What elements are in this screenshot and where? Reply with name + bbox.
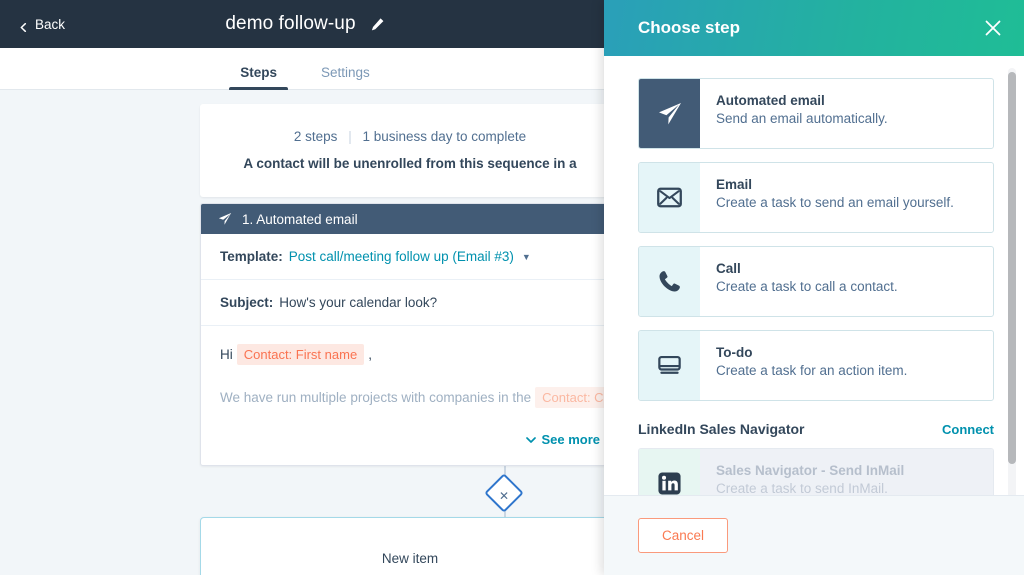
step-option-title: Email: [716, 177, 993, 192]
subject-value: How's your calendar look?: [279, 295, 437, 310]
tab-list: Steps Settings: [0, 48, 610, 90]
step-option-title: Automated email: [716, 93, 993, 108]
step-option-call[interactable]: Call Create a task to call a contact.: [638, 246, 994, 317]
back-button[interactable]: Back: [19, 17, 65, 32]
step-option-title: Call: [716, 261, 993, 276]
panel-footer: Cancel: [604, 495, 1024, 575]
step-email-body: Hi Contact: First name , We have run mul…: [201, 326, 610, 416]
panel-scrollbar-thumb[interactable]: [1008, 72, 1016, 464]
back-label: Back: [35, 17, 65, 32]
linkedin-icon: [639, 449, 700, 495]
step-option-desc: Create a task to send InMail.: [716, 481, 993, 495]
email-sentence-text: We have run multiple projects with compa…: [220, 390, 531, 405]
linkedin-connect-link[interactable]: Connect: [942, 422, 994, 437]
choose-step-panel: Choose step Automated email Send an emai…: [604, 0, 1024, 575]
panel-body: Automated email Send an email automatica…: [604, 56, 1024, 495]
sequence-summary-card: 2 steps | 1 business day to complete A c…: [200, 104, 610, 197]
step-option-desc: Send an email automatically.: [716, 111, 993, 126]
paper-plane-icon: [218, 212, 232, 226]
step-option-email[interactable]: Email Create a task to send an email you…: [638, 162, 994, 233]
app-tabbar: Steps Settings: [0, 48, 610, 90]
step-option-text: Sales Navigator - Send InMail Create a t…: [700, 449, 993, 495]
topbar-title-group: demo follow-up: [0, 0, 610, 48]
summary-separator: |: [348, 129, 352, 144]
app-topbar: Back demo follow-up: [0, 0, 610, 48]
step-option-text: To-do Create a task for an action item.: [700, 331, 993, 400]
paper-plane-icon: [639, 79, 700, 148]
step-subject-row: Subject: How's your calendar look?: [201, 280, 610, 326]
linkedin-section-title: LinkedIn Sales Navigator: [638, 421, 805, 437]
step-option-text: Call Create a task to call a contact.: [700, 247, 993, 316]
panel-title: Choose step: [638, 18, 984, 38]
summary-steps-count: 2 steps: [294, 129, 338, 144]
step-option-desc: Create a task for an action item.: [716, 363, 993, 378]
summary-meta: 2 steps | 1 business day to complete: [200, 129, 610, 144]
step-option-desc: Create a task to call a contact.: [716, 279, 993, 294]
chevron-left-icon: [19, 20, 28, 29]
envelope-icon: [639, 163, 700, 232]
step-template-row: Template: Post call/meeting follow up (E…: [201, 234, 610, 280]
step-card-title: 1. Automated email: [242, 212, 358, 227]
caret-down-icon[interactable]: ▼: [522, 252, 531, 262]
summary-unenroll-note: A contact will be unenrolled from this s…: [200, 156, 610, 171]
step-card-automated-email[interactable]: 1. Automated email Template: Post call/m…: [200, 203, 610, 466]
panel-header: Choose step: [604, 0, 1024, 56]
template-label: Template:: [220, 249, 283, 264]
delay-node[interactable]: ✕: [484, 473, 524, 513]
step-option-text: Email Create a task to send an email you…: [700, 163, 993, 232]
todo-card-icon: [639, 331, 700, 400]
step-option-desc: Create a task to send an email yourself.: [716, 195, 993, 210]
summary-duration: 1 business day to complete: [362, 129, 526, 144]
new-item-label: New item: [382, 551, 438, 566]
tab-settings[interactable]: Settings: [321, 65, 370, 90]
tab-settings-label: Settings: [321, 65, 370, 80]
step-option-automated-email[interactable]: Automated email Send an email automatica…: [638, 78, 994, 149]
close-x-icon: ✕: [490, 482, 518, 510]
template-value-link[interactable]: Post call/meeting follow up (Email #3): [289, 249, 514, 264]
panel-scrollbar-track[interactable]: [1008, 68, 1016, 495]
personalization-token-city[interactable]: Contact: City: [535, 387, 610, 408]
tab-steps-label: Steps: [240, 65, 277, 80]
new-item-card[interactable]: New item: [200, 517, 610, 575]
pencil-icon[interactable]: [370, 17, 385, 32]
chevron-down-icon: [526, 433, 536, 443]
email-body-line-greeting: Hi Contact: First name ,: [220, 344, 600, 365]
linkedin-section-header: LinkedIn Sales Navigator Connect: [638, 421, 994, 437]
cancel-button[interactable]: Cancel: [638, 518, 728, 553]
personalization-token-first-name[interactable]: Contact: First name: [237, 344, 364, 365]
step-option-title: Sales Navigator - Send InMail: [716, 463, 993, 478]
email-greeting-comma: ,: [368, 347, 372, 362]
step-option-text: Automated email Send an email automatica…: [700, 79, 993, 148]
step-option-sales-navigator-inmail: Sales Navigator - Send InMail Create a t…: [638, 448, 994, 495]
step-option-title: To-do: [716, 345, 993, 360]
see-more-label: See more: [541, 432, 600, 447]
tab-steps[interactable]: Steps: [240, 65, 277, 90]
email-body-line-sentence: We have run multiple projects with compa…: [220, 387, 600, 408]
step-option-todo[interactable]: To-do Create a task for an action item.: [638, 330, 994, 401]
close-icon[interactable]: [984, 19, 1002, 37]
sequence-title: demo follow-up: [225, 13, 355, 35]
sequence-canvas: 2 steps | 1 business day to complete A c…: [0, 90, 610, 575]
phone-icon: [639, 247, 700, 316]
see-more-button[interactable]: See more: [201, 416, 610, 465]
email-greeting-text: Hi: [220, 347, 233, 362]
subject-label: Subject:: [220, 295, 273, 310]
step-card-header: 1. Automated email: [201, 204, 610, 234]
